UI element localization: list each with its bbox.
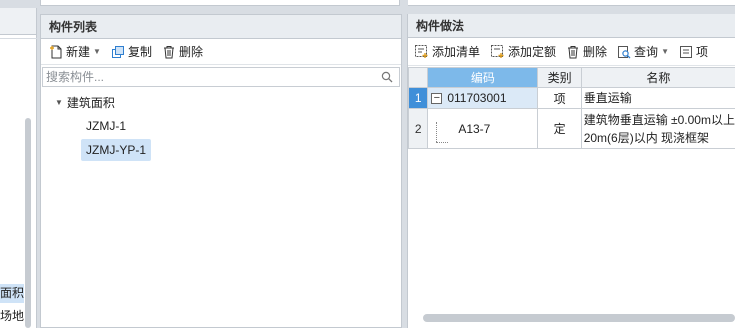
add-quota-icon: [491, 45, 504, 58]
add-list-icon: [415, 45, 428, 58]
component-list-toolbar: 新建 ▼ 复制 删除: [41, 39, 401, 65]
item-icon: [679, 45, 692, 58]
row-number[interactable]: 2: [407, 108, 429, 149]
name-line-2: 20m(6层)以内 现浇框架: [583, 130, 710, 145]
tree-node-label: JZMJ-YP-1: [86, 143, 146, 157]
trash-icon: [163, 45, 174, 58]
top-strip-right: [408, 0, 735, 6]
left-panel-header: [0, 8, 36, 35]
more-item-label: 项: [695, 45, 708, 59]
left-panel-item-area[interactable]: 面积: [0, 284, 24, 303]
left-panel: 面积 场地: [0, 8, 37, 328]
new-file-icon: [50, 45, 62, 58]
header-rownum[interactable]: [407, 67, 429, 88]
code-value: A13-7: [458, 121, 491, 136]
method-table: 编码 类别 名称 1 − 011703001 项 垂直运输 2 A13-7 定 …: [407, 67, 735, 149]
component-search-input[interactable]: [43, 68, 373, 86]
name-cell[interactable]: 建筑物垂直运输 ±0.00m以上 20m(6层)以内 现浇框架: [580, 108, 735, 149]
name-line-1: 建筑物垂直运输 ±0.00m以上: [583, 112, 735, 127]
top-strip: [0, 0, 735, 8]
tree-connector-line: [436, 141, 449, 143]
component-search-box[interactable]: [42, 67, 400, 87]
query-label: 查询: [634, 45, 659, 59]
left-panel-item-label: 面积: [0, 286, 24, 300]
query-icon: [618, 45, 631, 58]
table-header-row: 编码 类别 名称: [407, 67, 735, 88]
tree-node-root[interactable]: ▼ 建筑面积: [55, 93, 115, 113]
horizontal-scrollbar[interactable]: [423, 314, 735, 322]
copy-button-label: 复制: [127, 45, 152, 59]
copy-icon: [111, 45, 124, 58]
name-cell[interactable]: 垂直运输: [580, 87, 735, 109]
search-icon[interactable]: [381, 71, 393, 83]
method-delete-label: 删除: [583, 45, 608, 59]
add-list-button[interactable]: 添加清单: [410, 41, 484, 63]
more-item-button[interactable]: 项: [675, 41, 712, 63]
tree-node-label: 建筑面积: [66, 96, 115, 110]
table-row[interactable]: 1 − 011703001 项 垂直运输: [407, 87, 735, 109]
left-panel-item-site[interactable]: 场地: [0, 307, 24, 326]
component-method-panel: 构件做法 添加清单 添加定额 删除 查询 ▼ 项 编码 类别 名称 1 − 01…: [407, 14, 735, 328]
left-panel-divider: [0, 38, 37, 39]
delete-button-label: 删除: [178, 45, 203, 59]
component-list-title: 构件列表: [41, 15, 401, 39]
new-button[interactable]: 新建 ▼: [45, 41, 105, 63]
header-name[interactable]: 名称: [580, 67, 735, 88]
left-panel-item-label: 场地: [0, 309, 24, 323]
top-strip-middle: [40, 0, 400, 6]
add-quota-button[interactable]: 添加定额: [486, 41, 560, 63]
tree-node-label: JZMJ-1: [86, 119, 126, 133]
type-cell[interactable]: 定: [537, 108, 582, 149]
trash-icon: [568, 45, 579, 58]
delete-button[interactable]: 删除: [158, 41, 207, 63]
header-code[interactable]: 编码: [427, 67, 539, 88]
collapse-icon[interactable]: −: [431, 92, 443, 104]
header-type[interactable]: 类别: [537, 67, 582, 88]
add-quota-label: 添加定额: [508, 45, 557, 59]
expand-triangle-icon[interactable]: ▼: [55, 93, 63, 113]
table-row[interactable]: 2 A13-7 定 建筑物垂直运输 ±0.00m以上 20m(6层)以内 现浇框…: [407, 108, 735, 149]
type-cell[interactable]: 项: [537, 87, 582, 109]
code-cell[interactable]: − 011703001: [427, 87, 539, 109]
tree-node-jzmj-1[interactable]: JZMJ-1: [81, 115, 131, 137]
query-button[interactable]: 查询 ▼: [613, 41, 673, 63]
add-list-label: 添加清单: [432, 45, 481, 59]
tree-node-jzmj-yp-1[interactable]: JZMJ-YP-1: [81, 139, 151, 161]
left-panel-scrollbar[interactable]: [25, 118, 31, 328]
chevron-down-icon[interactable]: ▼: [661, 47, 669, 56]
row-number[interactable]: 1: [407, 87, 429, 109]
chevron-down-icon[interactable]: ▼: [93, 47, 101, 56]
method-delete-button[interactable]: 删除: [562, 41, 611, 63]
component-method-toolbar: 添加清单 添加定额 删除 查询 ▼ 项: [408, 38, 735, 66]
new-button-label: 新建: [66, 45, 91, 59]
code-cell[interactable]: A13-7: [427, 108, 539, 149]
copy-button[interactable]: 复制: [107, 41, 156, 63]
component-method-title: 构件做法: [408, 14, 735, 38]
component-list-panel: 构件列表 新建 ▼ 复制 删除 ▼ 建筑面积 JZMJ-1 JZMJ-YP-1: [40, 14, 402, 328]
code-value: 011703001: [447, 91, 507, 105]
tree-connector-line: [436, 121, 438, 142]
